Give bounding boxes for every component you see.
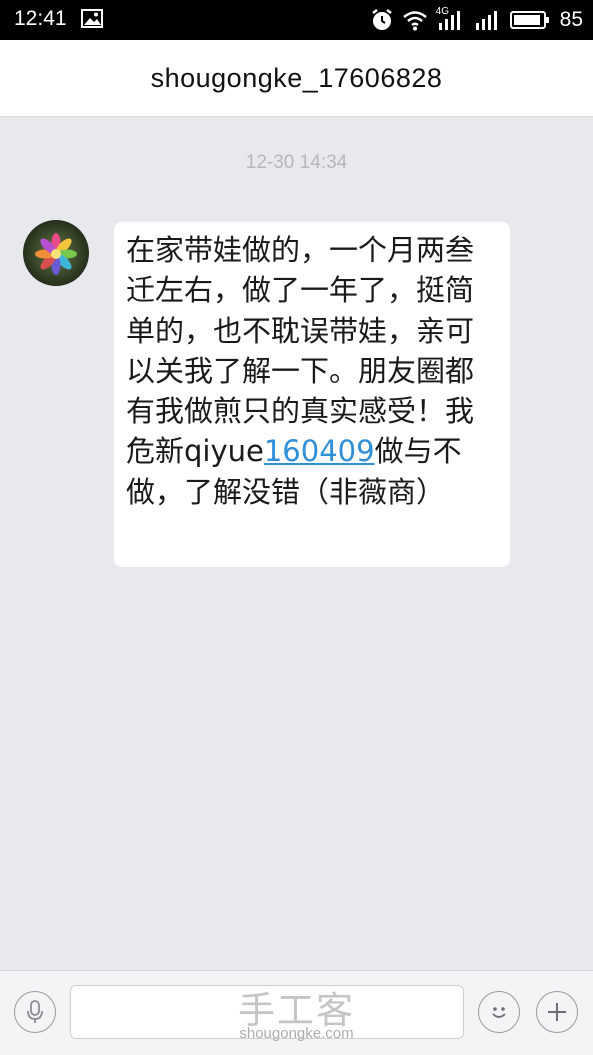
microphone-icon xyxy=(27,1000,43,1023)
flower-avatar-icon xyxy=(23,220,89,286)
chat-header: shougongke_17606828 xyxy=(0,40,593,117)
battery-level: 85 xyxy=(559,8,583,31)
smiley-icon xyxy=(492,1007,506,1018)
battery-icon xyxy=(509,11,549,29)
emoji-button[interactable] xyxy=(478,991,520,1033)
chat-title: shougongke_17606828 xyxy=(150,62,443,93)
signal-icon xyxy=(475,11,497,30)
more-button[interactable] xyxy=(536,991,578,1033)
status-bar: 12:41 4G 85 xyxy=(0,0,593,40)
status-time: 12:41 xyxy=(14,7,67,30)
input-bar xyxy=(0,970,593,1055)
message-bubble[interactable]: 在家带娃做的，一个月两叁迁左右，做了一年了，挺简单的，也不耽误带娃，亲可以关我了… xyxy=(114,222,510,567)
voice-button[interactable] xyxy=(14,991,56,1033)
gallery-notification-icon xyxy=(81,9,103,28)
message-link[interactable]: 160409 xyxy=(264,434,375,468)
avatar[interactable] xyxy=(23,220,89,286)
status-icons: 4G 85 xyxy=(370,6,583,34)
message-timestamp: 12-30 14:34 xyxy=(245,152,348,173)
plus-icon xyxy=(548,1003,566,1021)
wifi-icon xyxy=(402,11,427,31)
alarm-icon xyxy=(371,9,392,30)
message-input[interactable] xyxy=(70,985,464,1039)
network-type-icon: 4G xyxy=(436,6,466,32)
